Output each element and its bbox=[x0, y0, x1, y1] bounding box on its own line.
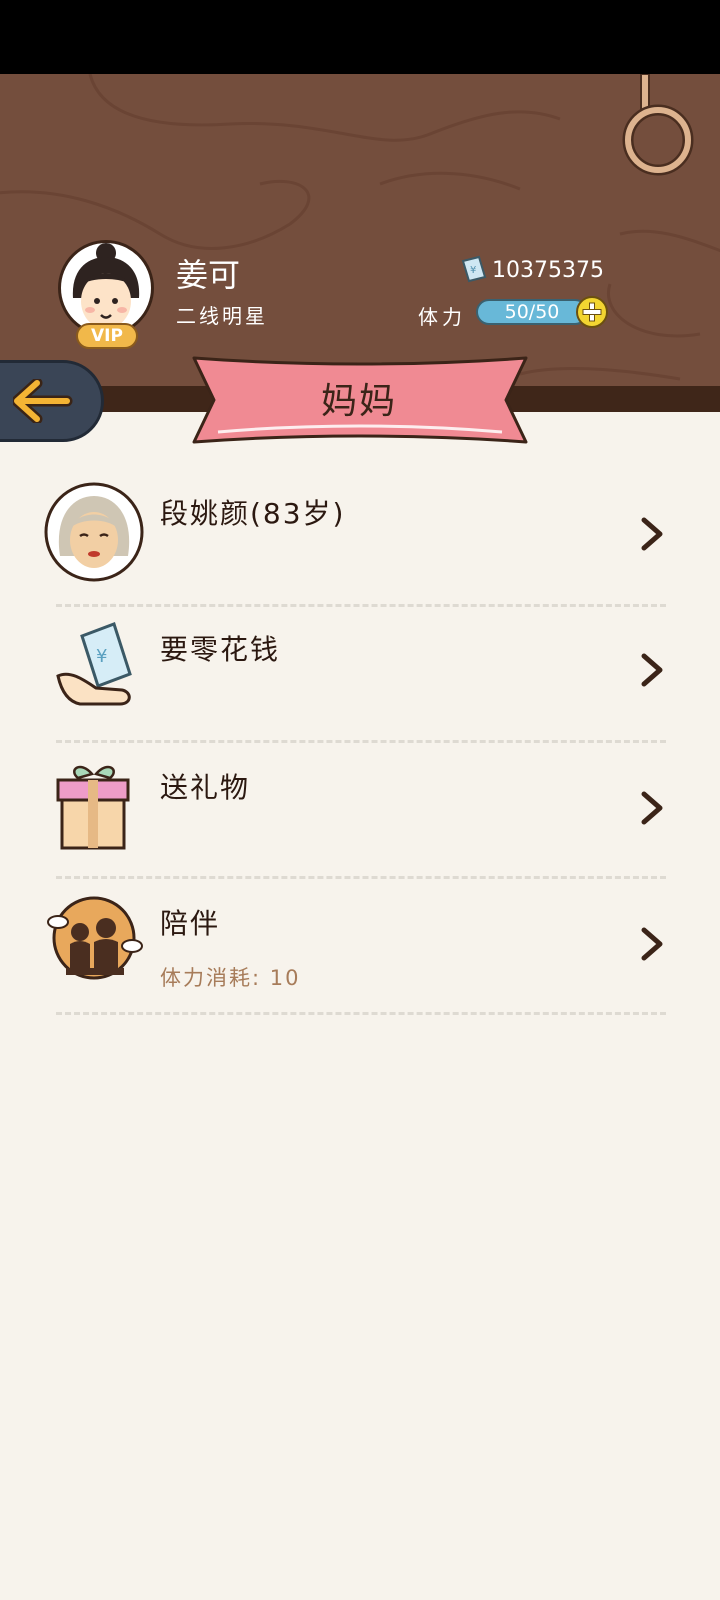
divider bbox=[56, 876, 666, 879]
chevron-right-icon bbox=[641, 927, 663, 961]
companion-item[interactable]: 陪伴 体力消耗: 10 bbox=[0, 884, 720, 1020]
money-hand-icon: ¥ bbox=[56, 622, 132, 706]
send-gift-item[interactable]: 送礼物 bbox=[0, 748, 720, 884]
player-title: 二线明星 bbox=[176, 304, 268, 328]
back-button[interactable] bbox=[0, 360, 104, 442]
chevron-right-icon bbox=[641, 517, 663, 551]
player-avatar-icon bbox=[72, 243, 140, 329]
money-value: 10375375 bbox=[492, 258, 604, 283]
vip-badge: VIP bbox=[76, 323, 138, 349]
companion-silhouette-icon bbox=[47, 896, 143, 980]
back-arrow-icon bbox=[13, 379, 73, 423]
add-stamina-button[interactable] bbox=[576, 296, 608, 328]
svg-text:¥: ¥ bbox=[96, 646, 107, 667]
divider bbox=[56, 604, 666, 607]
gift-box-icon bbox=[56, 765, 130, 850]
mother-profile-item[interactable]: 段姚颜(83岁) bbox=[0, 474, 720, 610]
hook-icon bbox=[622, 74, 694, 176]
stamina-cost-label: 体力消耗: 10 bbox=[160, 966, 301, 990]
ask-pocket-money-item[interactable]: ¥ 要零花钱 bbox=[0, 610, 720, 746]
page-title: 妈妈 bbox=[320, 381, 397, 422]
send-gift-label: 送礼物 bbox=[160, 771, 251, 804]
money-note-icon: ¥ bbox=[461, 255, 487, 283]
divider bbox=[56, 740, 666, 743]
chevron-right-icon bbox=[641, 791, 663, 825]
companion-label: 陪伴 bbox=[160, 907, 221, 940]
divider bbox=[56, 1012, 666, 1015]
mother-name-label: 段姚颜(83岁) bbox=[160, 497, 346, 530]
stamina-label: 体力 bbox=[418, 305, 466, 329]
ask-pocket-money-label: 要零花钱 bbox=[160, 633, 281, 666]
chevron-right-icon bbox=[641, 653, 663, 687]
stamina-value: 50/50 bbox=[504, 301, 560, 323]
svg-text:¥: ¥ bbox=[470, 265, 476, 276]
player-name: 姜可 bbox=[176, 256, 241, 294]
grandmother-avatar-icon bbox=[44, 482, 144, 582]
player-avatar[interactable] bbox=[58, 240, 154, 336]
plus-icon bbox=[582, 302, 602, 322]
status-bar bbox=[0, 0, 720, 74]
